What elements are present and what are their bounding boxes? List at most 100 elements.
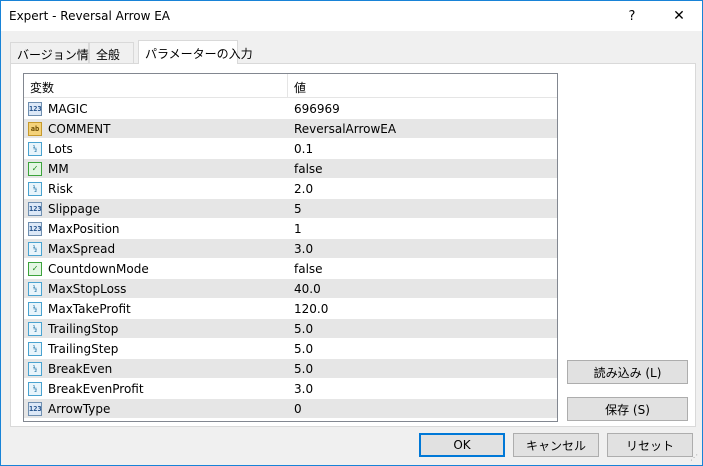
- double-type-icon: ½: [28, 142, 42, 156]
- parameter-name-cell[interactable]: 123 ArrowType: [24, 399, 288, 419]
- column-header-value[interactable]: 値: [288, 74, 557, 98]
- column-header-variable[interactable]: 変数: [24, 74, 288, 98]
- double-type-icon: ½: [28, 242, 42, 256]
- parameter-value-cell[interactable]: 2.0: [288, 179, 557, 199]
- grid-header: 変数 値: [24, 74, 557, 98]
- parameter-name-cell[interactable]: ½ BreakEven: [24, 359, 288, 379]
- parameter-name: MM: [48, 162, 69, 176]
- parameter-name: TrailingStop: [48, 322, 119, 336]
- int-type-icon: 123: [28, 202, 42, 216]
- parameter-name: COMMENT: [48, 122, 111, 136]
- tab-inputs[interactable]: パラメーターの入力: [138, 40, 253, 64]
- parameter-name-cell[interactable]: ½ MaxTakeProfit: [24, 299, 288, 319]
- parameter-value-cell[interactable]: 0: [288, 399, 557, 419]
- parameter-row[interactable]: ½ Lots 0.1: [24, 139, 557, 159]
- tab-common[interactable]: 全般: [89, 42, 134, 63]
- parameter-name-cell[interactable]: ½ TrailingStop: [24, 319, 288, 339]
- help-icon: ?: [628, 8, 636, 24]
- parameter-name-cell[interactable]: ½ MaxStopLoss: [24, 279, 288, 299]
- parameter-rows: 123 MAGIC 696969 ab COMMENT ReversalArrowEA ½ L…: [24, 99, 557, 419]
- double-type-icon: ½: [28, 382, 42, 396]
- int-type-icon: 123: [28, 222, 42, 236]
- parameter-name: Risk: [48, 182, 73, 196]
- parameter-name-cell[interactable]: ½ BreakEvenProfit: [24, 379, 288, 399]
- parameter-name-cell[interactable]: ½ TrailingStep: [24, 339, 288, 359]
- parameter-name: Slippage: [48, 202, 100, 216]
- parameter-name: Lots: [48, 142, 73, 156]
- parameter-name-cell[interactable]: ✓ MM: [24, 159, 288, 179]
- cancel-button[interactable]: キャンセル: [513, 433, 599, 457]
- parameters-grid: 変数 値 123 MAGIC 696969 ab COMMENT ReversalArro…: [23, 73, 558, 422]
- parameter-row[interactable]: ab COMMENT ReversalArrowEA: [24, 119, 557, 139]
- help-button[interactable]: ?: [609, 1, 655, 31]
- parameter-row[interactable]: ½ MaxStopLoss 40.0: [24, 279, 557, 299]
- parameter-name-cell[interactable]: ½ MaxSpread: [24, 239, 288, 259]
- parameter-row[interactable]: ✓ MM false: [24, 159, 557, 179]
- parameter-value-cell[interactable]: 0.1: [288, 139, 557, 159]
- parameter-value-cell[interactable]: 5: [288, 199, 557, 219]
- parameter-name: MaxTakeProfit: [48, 302, 131, 316]
- load-button[interactable]: 読み込み (L): [567, 360, 688, 384]
- ok-button[interactable]: OK: [419, 433, 505, 457]
- parameter-row[interactable]: ½ Risk 2.0: [24, 179, 557, 199]
- string-type-icon: ab: [28, 122, 42, 136]
- parameter-value-cell[interactable]: false: [288, 159, 557, 179]
- parameter-name: CountdownMode: [48, 262, 149, 276]
- parameter-value-cell[interactable]: 5.0: [288, 359, 557, 379]
- parameter-value-cell[interactable]: 696969: [288, 99, 557, 119]
- parameter-row[interactable]: ½ TrailingStop 5.0: [24, 319, 557, 339]
- parameter-value-cell[interactable]: 40.0: [288, 279, 557, 299]
- parameter-row[interactable]: ½ MaxSpread 3.0: [24, 239, 557, 259]
- save-button[interactable]: 保存 (S): [567, 397, 688, 421]
- parameter-row[interactable]: 123 MAGIC 696969: [24, 99, 557, 119]
- close-button[interactable]: ✕: [656, 1, 702, 31]
- double-type-icon: ½: [28, 342, 42, 356]
- parameter-name: MaxPosition: [48, 222, 120, 236]
- parameter-value-cell[interactable]: 1: [288, 219, 557, 239]
- parameter-name-cell[interactable]: ½ Lots: [24, 139, 288, 159]
- parameter-row[interactable]: ½ BreakEvenProfit 3.0: [24, 379, 557, 399]
- parameter-row[interactable]: ½ MaxTakeProfit 120.0: [24, 299, 557, 319]
- double-type-icon: ½: [28, 182, 42, 196]
- parameter-row[interactable]: 123 Slippage 5: [24, 199, 557, 219]
- close-icon: ✕: [673, 8, 685, 24]
- parameter-value-cell[interactable]: false: [288, 259, 557, 279]
- parameter-row[interactable]: 123 MaxPosition 1: [24, 219, 557, 239]
- parameter-name-cell[interactable]: 123 MAGIC: [24, 99, 288, 119]
- parameter-name-cell[interactable]: ½ Risk: [24, 179, 288, 199]
- double-type-icon: ½: [28, 282, 42, 296]
- parameter-value-cell[interactable]: 3.0: [288, 239, 557, 259]
- bool-type-icon: ✓: [28, 262, 42, 276]
- parameter-row[interactable]: ½ BreakEven 5.0: [24, 359, 557, 379]
- parameter-value-cell[interactable]: 5.0: [288, 319, 557, 339]
- parameter-name-cell[interactable]: ✓ CountdownMode: [24, 259, 288, 279]
- parameter-value-cell[interactable]: ReversalArrowEA: [288, 119, 557, 139]
- int-type-icon: 123: [28, 402, 42, 416]
- parameter-row[interactable]: ✓ CountdownMode false: [24, 259, 557, 279]
- parameter-row[interactable]: 123 ArrowType 0: [24, 399, 557, 419]
- parameter-value-cell[interactable]: 120.0: [288, 299, 557, 319]
- parameter-name-cell[interactable]: ab COMMENT: [24, 119, 288, 139]
- bool-type-icon: ✓: [28, 162, 42, 176]
- parameter-name: TrailingStep: [48, 342, 119, 356]
- parameter-value-cell[interactable]: 5.0: [288, 339, 557, 359]
- resize-grip-icon[interactable]: ⋰: [690, 453, 700, 463]
- parameter-value-cell[interactable]: 3.0: [288, 379, 557, 399]
- double-type-icon: ½: [28, 362, 42, 376]
- reset-button[interactable]: リセット: [607, 433, 693, 457]
- parameter-name: MaxStopLoss: [48, 282, 127, 296]
- parameter-name: MaxSpread: [48, 242, 116, 256]
- parameter-name-cell[interactable]: 123 MaxPosition: [24, 219, 288, 239]
- title-bar: Expert - Reversal Arrow EA ? ✕: [1, 1, 702, 31]
- parameter-name: BreakEvenProfit: [48, 382, 144, 396]
- int-type-icon: 123: [28, 102, 42, 116]
- double-type-icon: ½: [28, 322, 42, 336]
- window-title: Expert - Reversal Arrow EA: [9, 9, 170, 23]
- expert-properties-dialog: Expert - Reversal Arrow EA ? ✕ バージョン情報 全…: [0, 0, 703, 466]
- double-type-icon: ½: [28, 302, 42, 316]
- parameter-name-cell[interactable]: 123 Slippage: [24, 199, 288, 219]
- parameter-row[interactable]: ½ TrailingStep 5.0: [24, 339, 557, 359]
- parameter-name: ArrowType: [48, 402, 111, 416]
- tab-about[interactable]: バージョン情報: [10, 42, 101, 63]
- inputs-tab-panel: 変数 値 123 MAGIC 696969 ab COMMENT ReversalArro…: [10, 63, 696, 427]
